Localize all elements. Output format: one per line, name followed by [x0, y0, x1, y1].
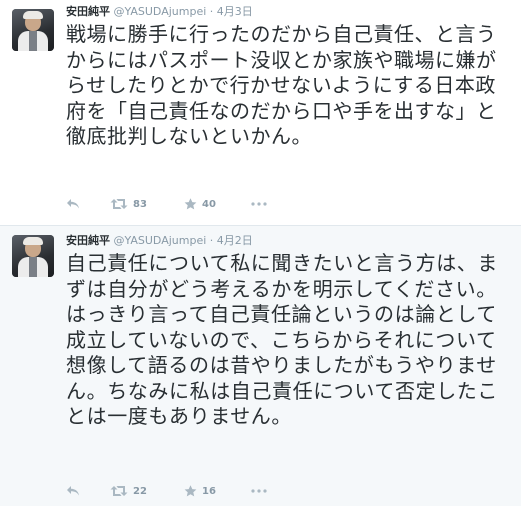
tweet-actions: 83 40: [66, 196, 366, 212]
star-icon: [184, 198, 197, 210]
more-icon: [251, 202, 267, 206]
tweet-header: 安田純平 @YASUDAjumpei · 4月2日: [66, 232, 253, 250]
favorite-count: 40: [202, 198, 216, 210]
tweet-actions: 22 16: [66, 483, 366, 499]
retweet-count: 22: [133, 485, 147, 497]
tweet-text: 自己責任について私に聞きたいと言う方は、まずは自分がどう考えるかを明示してくださ…: [66, 251, 498, 428]
reply-icon: [67, 486, 79, 496]
reply-button[interactable]: [66, 483, 80, 499]
user-handle[interactable]: @YASUDAjumpei: [114, 5, 207, 18]
separator: ·: [209, 234, 214, 247]
more-button[interactable]: [251, 196, 267, 212]
reply-icon: [67, 199, 79, 209]
separator: ·: [209, 5, 214, 18]
retweet-button[interactable]: 83: [110, 196, 147, 212]
avatar[interactable]: [12, 235, 54, 277]
retweet-count: 83: [133, 198, 147, 210]
star-icon: [184, 485, 197, 497]
more-button[interactable]: [251, 483, 267, 499]
favorite-count: 16: [202, 485, 216, 497]
tweet-date[interactable]: 4月3日: [217, 5, 253, 18]
retweet-icon: [110, 486, 128, 496]
favorite-button[interactable]: 40: [184, 196, 216, 212]
tweet-text: 戦場に勝手に行ったのだから自己責任、と言うからにはパスポート没収とか家族や職場に…: [66, 22, 497, 148]
user-handle[interactable]: @YASUDAjumpei: [114, 234, 207, 247]
tweet-header: 安田純平 @YASUDAjumpei · 4月3日: [66, 3, 253, 21]
tweet-date[interactable]: 4月2日: [217, 234, 253, 247]
retweet-icon: [110, 199, 128, 209]
tweet[interactable]: 安田純平 @YASUDAjumpei · 4月2日 自己責任について私に聞きたい…: [0, 226, 521, 506]
reply-button[interactable]: [66, 196, 80, 212]
retweet-button[interactable]: 22: [110, 483, 147, 499]
user-name[interactable]: 安田純平: [66, 5, 110, 18]
tweet[interactable]: 安田純平 @YASUDAjumpei · 4月3日 戦場に勝手に行ったのだから自…: [0, 0, 521, 226]
more-icon: [251, 489, 267, 493]
user-name[interactable]: 安田純平: [66, 234, 110, 247]
favorite-button[interactable]: 16: [184, 483, 216, 499]
avatar[interactable]: [12, 9, 54, 51]
